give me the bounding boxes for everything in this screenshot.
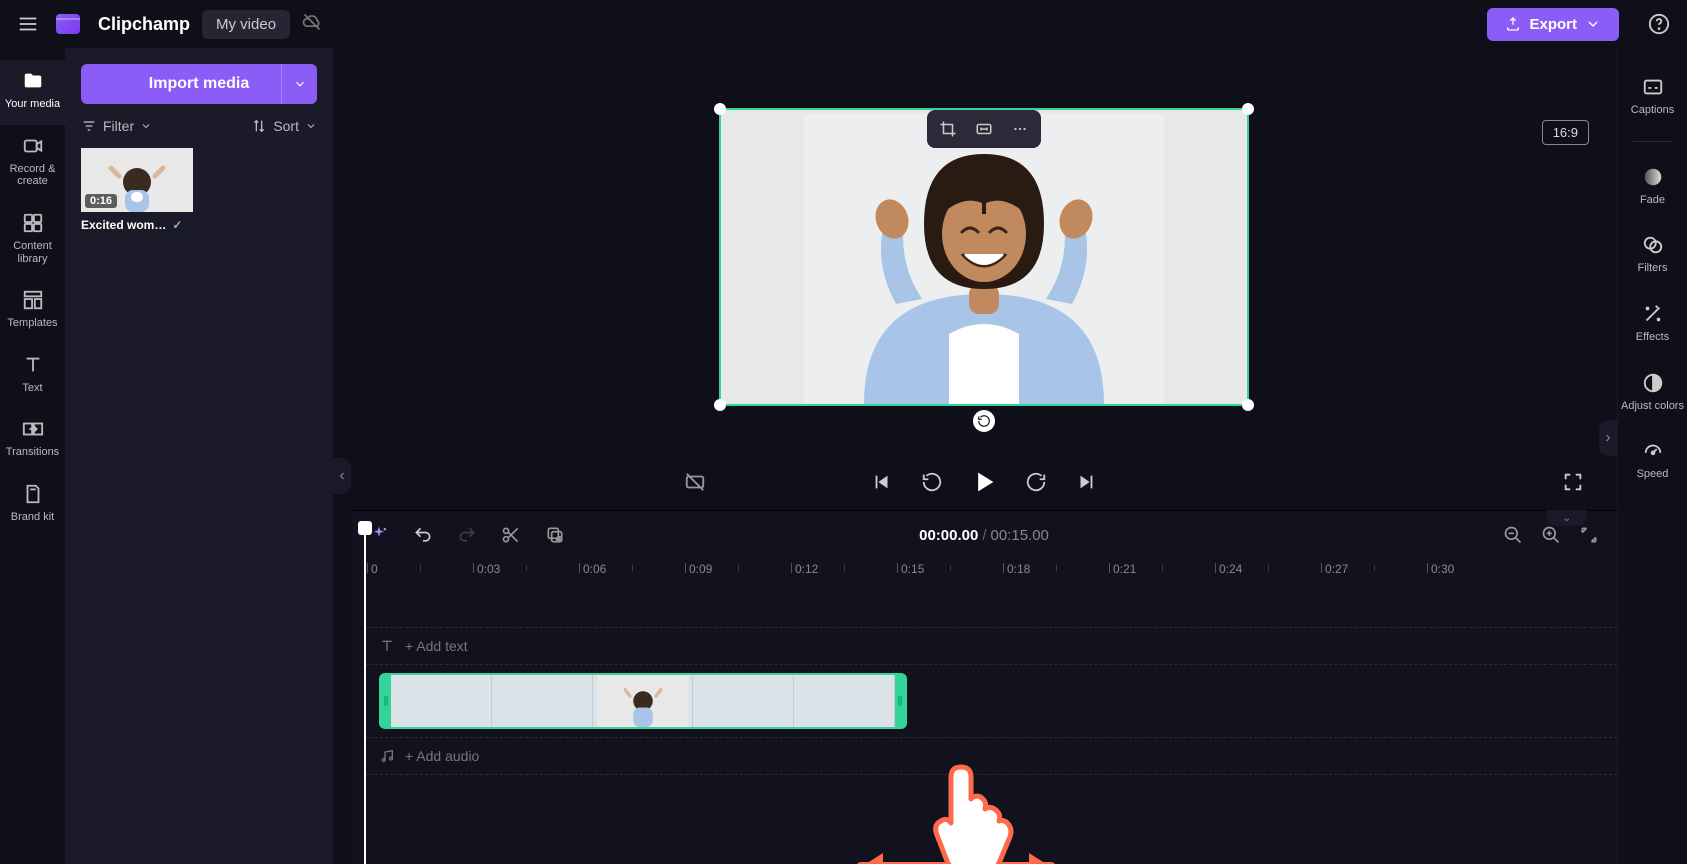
project-title[interactable]: My video xyxy=(202,10,290,39)
rail-templates[interactable]: Templates xyxy=(0,279,65,344)
app-name: Clipchamp xyxy=(98,14,190,35)
sort-button[interactable]: Sort xyxy=(251,118,317,134)
tracks-area: + Add text ‖ ‖ xyxy=(351,587,1617,864)
crop-tool[interactable] xyxy=(931,114,965,144)
canvas-tools xyxy=(927,110,1041,148)
left-rail: Your media Record & create Content libra… xyxy=(0,48,65,864)
timeline-toolbar: 00:00.00/00:15.00 xyxy=(351,511,1617,559)
preview-area: 16:9 xyxy=(351,48,1617,510)
media-thumbnail[interactable]: 0:16 Excited wom… ✓ xyxy=(81,148,193,232)
resize-handle-tr[interactable] xyxy=(1242,103,1254,115)
aspect-ratio-button[interactable]: 16:9 xyxy=(1542,120,1589,145)
right-filters[interactable]: Filters xyxy=(1618,220,1687,289)
collapse-left-panel-button[interactable]: ‹ xyxy=(333,458,351,494)
import-media-button[interactable]: Import media xyxy=(81,64,317,104)
collapse-timeline-button[interactable]: ⌄ xyxy=(1547,510,1587,526)
right-rail: Captions Fade Filters Effects Adjust col… xyxy=(1617,48,1687,864)
rail-content-library[interactable]: Content library xyxy=(0,202,65,279)
skip-end-button[interactable] xyxy=(1072,468,1100,496)
help-button[interactable] xyxy=(1643,8,1675,40)
fit-tool[interactable] xyxy=(967,114,1001,144)
panel-collapse: ‹ xyxy=(333,48,351,864)
video-clip[interactable]: ‖ ‖ xyxy=(379,673,907,729)
zoom-fit-button[interactable] xyxy=(1577,523,1601,547)
time-ruler[interactable]: 0 0:03 0:06 0:09 0:12 0:15 0:18 0:21 0:2… xyxy=(365,559,1617,587)
rail-record-create[interactable]: Record & create xyxy=(0,125,65,202)
rail-transitions[interactable]: Transitions xyxy=(0,408,65,473)
undo-button[interactable] xyxy=(411,523,435,547)
media-duration: 0:16 xyxy=(85,194,117,208)
resize-handle-tl[interactable] xyxy=(714,103,726,115)
rotate-handle[interactable] xyxy=(973,410,995,432)
rail-text[interactable]: Text xyxy=(0,344,65,409)
media-panel: Import media Filter Sort 0:16 xyxy=(65,48,333,864)
import-media-dropdown[interactable] xyxy=(281,64,317,104)
menu-button[interactable] xyxy=(12,8,44,40)
duplicate-button[interactable] xyxy=(543,523,567,547)
rail-your-media[interactable]: Your media xyxy=(0,60,65,125)
resize-handle-bl[interactable] xyxy=(714,399,726,411)
forward-5-button[interactable] xyxy=(1022,468,1050,496)
video-canvas[interactable] xyxy=(719,108,1249,406)
more-tools[interactable] xyxy=(1003,114,1037,144)
redo-button[interactable] xyxy=(455,523,479,547)
video-content xyxy=(721,110,1247,404)
right-captions[interactable]: Captions xyxy=(1618,62,1687,131)
skip-start-button[interactable] xyxy=(868,468,896,496)
media-used-check-icon: ✓ xyxy=(172,218,182,232)
media-title: Excited wom… xyxy=(81,218,166,232)
hide-preview-button[interactable] xyxy=(681,468,709,496)
app-logo xyxy=(56,14,80,34)
export-label: Export xyxy=(1529,16,1577,33)
right-fade[interactable]: Fade xyxy=(1618,152,1687,221)
zoom-out-button[interactable] xyxy=(1501,523,1525,547)
right-speed[interactable]: Speed xyxy=(1618,426,1687,495)
play-button[interactable] xyxy=(968,466,1000,498)
right-adjust-colors[interactable]: Adjust colors xyxy=(1618,358,1687,427)
export-button[interactable]: Export xyxy=(1487,8,1619,41)
right-effects[interactable]: Effects xyxy=(1618,289,1687,358)
zoom-in-button[interactable] xyxy=(1539,523,1563,547)
text-track[interactable]: + Add text xyxy=(365,627,1617,665)
audio-track[interactable]: + Add audio xyxy=(365,737,1617,775)
stage: 16:9 xyxy=(351,48,1617,864)
collapse-right-panel-button[interactable]: › xyxy=(1599,420,1617,456)
fullscreen-button[interactable] xyxy=(1559,468,1587,496)
timeline: ⌄ 00:00.00/00:15.00 0 xyxy=(351,510,1617,864)
rewind-5-button[interactable] xyxy=(918,468,946,496)
music-icon xyxy=(379,748,395,764)
video-track[interactable]: ‖ ‖ xyxy=(365,671,1617,731)
top-bar: Clipchamp My video Export xyxy=(0,0,1687,48)
split-button[interactable] xyxy=(499,523,523,547)
playback-time: 00:00.00/00:15.00 xyxy=(919,527,1049,544)
transport-controls xyxy=(351,466,1617,498)
cloud-sync-off-icon[interactable] xyxy=(302,12,322,37)
filter-button[interactable]: Filter xyxy=(81,118,152,134)
rail-brand-kit[interactable]: Brand kit xyxy=(0,473,65,538)
resize-handle-br[interactable] xyxy=(1242,399,1254,411)
text-icon xyxy=(379,638,395,654)
